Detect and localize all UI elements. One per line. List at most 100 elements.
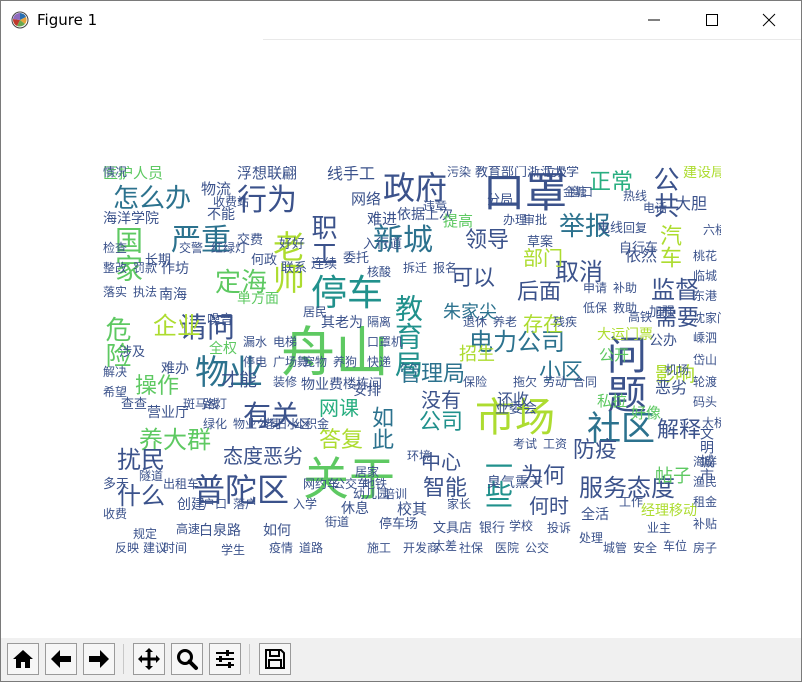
- word-cloud-word: 监督: [651, 276, 699, 304]
- pan-button[interactable]: [133, 643, 165, 675]
- sliders-icon: [216, 650, 234, 668]
- word-cloud-word: 机场: [665, 363, 690, 377]
- word-cloud-word: 休息: [341, 501, 369, 517]
- home-icon: [13, 650, 33, 668]
- word-cloud-word: 漏水: [243, 335, 268, 349]
- word-cloud-word: 隧道: [139, 469, 164, 483]
- word-cloud-word: 东港: [693, 289, 718, 303]
- word-cloud-word: 网络: [351, 190, 382, 208]
- word-cloud-word: 大桥: [702, 416, 721, 430]
- word-cloud-word: 补贴: [693, 517, 718, 531]
- word-cloud-word: 保险: [463, 375, 488, 389]
- word-cloud-word: 好好: [279, 237, 306, 252]
- word-cloud-word: 后面: [517, 280, 562, 305]
- word-cloud-word: 污染: [447, 166, 472, 179]
- word-cloud-word: 嵊泗: [693, 331, 718, 345]
- forward-button[interactable]: [83, 643, 115, 675]
- word-cloud-word: 养老: [493, 315, 518, 329]
- word-cloud-word: 委托: [343, 251, 370, 266]
- close-icon: [762, 13, 776, 27]
- word-cloud-word: 帖子: [655, 466, 691, 487]
- word-cloud-word: 落户: [233, 497, 258, 511]
- word-cloud-word: 白泉路: [199, 523, 241, 539]
- word-cloud-word: 汽车: [656, 224, 681, 268]
- maximize-icon: [706, 14, 718, 26]
- close-button[interactable]: [746, 1, 792, 39]
- word-cloud-word: 不能: [207, 207, 235, 223]
- word-cloud-word: 公积金: [293, 417, 330, 431]
- word-cloud-word: 城管: [603, 541, 628, 555]
- word-cloud-word: 臭气熏天: [487, 475, 543, 491]
- title-bar[interactable]: Figure 1: [1, 1, 801, 39]
- word-cloud-word: 街道: [325, 515, 350, 529]
- word-cloud-word: 反映: [115, 541, 140, 555]
- word-cloud-word: 难进: [367, 210, 398, 228]
- word-cloud-word: 危险: [103, 316, 131, 368]
- minimize-icon: [648, 19, 660, 21]
- word-cloud-word: 岱山: [693, 353, 718, 367]
- configure-subplots-button[interactable]: [209, 643, 241, 675]
- word-cloud-word: 投诉: [547, 521, 572, 535]
- word-cloud-word: 噪音: [207, 313, 234, 328]
- word-cloud-word: 执法: [133, 285, 158, 299]
- arrow-left-icon: [51, 650, 71, 668]
- zoom-button[interactable]: [171, 643, 203, 675]
- word-cloud-word: 轮渡: [693, 375, 718, 389]
- home-button[interactable]: [7, 643, 39, 675]
- word-cloud-word: 养狗: [333, 355, 358, 369]
- word-cloud-word: 创建: [177, 497, 205, 513]
- word-cloud-word: 施工: [367, 541, 392, 555]
- word-cloud-word: 公司: [419, 410, 464, 435]
- word-cloud-word: 核酸: [367, 265, 392, 279]
- word-cloud-word: 涉及: [119, 345, 146, 360]
- word-cloud-word: 收费站: [213, 195, 250, 209]
- word-cloud-word: 报名: [433, 261, 458, 275]
- word-cloud-word: 残疾: [553, 315, 578, 329]
- word-cloud-word: 电话: [643, 201, 668, 215]
- word-cloud-word: 桃花: [693, 249, 718, 263]
- word-cloud-word: 高速: [176, 522, 201, 536]
- back-button[interactable]: [45, 643, 77, 675]
- figure-canvas[interactable]: 舟山 市场 关于 口罩 问题 停车 普陀区 物业 老师 社区 政府 新城 行为 严重 请问 有关 教育局 电力公司…: [1, 40, 801, 638]
- window-title: Figure 1: [37, 11, 98, 29]
- word-cloud-word: 建设局: [683, 166, 721, 181]
- word-cloud-word: 浮想联翩: [237, 166, 298, 182]
- word-cloud-word: 规定: [133, 527, 158, 541]
- maximize-button[interactable]: [689, 1, 735, 39]
- word-cloud-word: 低保: [583, 301, 608, 315]
- word-cloud-word: 可以: [451, 266, 496, 291]
- save-button[interactable]: [259, 643, 291, 675]
- word-cloud-word: 难办: [161, 361, 189, 377]
- navigation-toolbar: [1, 638, 801, 681]
- word-cloud-word: 希望: [103, 385, 128, 399]
- figure-window: Figure 1 舟山 市场 关于 口罩 问题 停车 普陀区 物业 老师 社区 政府 新城 行为 严重 请问…: [0, 0, 802, 682]
- word-cloud-word: 校其: [397, 500, 428, 518]
- word-cloud-word: 拆迁: [403, 261, 428, 275]
- word-cloud-word: 其老为: [321, 315, 363, 331]
- word-cloud-word: 没有: [421, 388, 461, 412]
- word-cloud-word: 学校: [509, 519, 534, 533]
- word-cloud-word: 加强: [649, 305, 676, 320]
- word-cloud-word: 劳动: [543, 375, 568, 389]
- word-cloud-word: 防疫: [573, 438, 618, 463]
- word-cloud-word: 居民: [303, 305, 328, 319]
- word-cloud-word: 家长: [447, 497, 472, 511]
- word-cloud-word: 广场舞: [273, 355, 310, 369]
- minimize-button[interactable]: [631, 1, 677, 39]
- word-cloud-word: 退休: [463, 315, 488, 329]
- toolbar-separator: [123, 644, 124, 674]
- word-cloud-word: 海洋学院: [103, 211, 159, 227]
- word-cloud-word: 道路: [299, 541, 324, 555]
- word-cloud-word: 垃圾: [543, 166, 568, 179]
- word-cloud-word: 线手工: [327, 166, 376, 183]
- word-cloud-word: 招生: [459, 344, 495, 365]
- word-cloud-word: 企业: [153, 312, 201, 340]
- word-cloud-word: 才能: [221, 370, 257, 391]
- word-cloud-word: 渔民: [693, 475, 718, 489]
- word-cloud-word: 解决: [103, 365, 128, 379]
- word-cloud-word: 房子: [693, 541, 718, 555]
- word-cloud-word: 隔离: [367, 315, 392, 329]
- word-cloud-word: 银行: [479, 521, 506, 536]
- word-cloud-word: 学生: [221, 543, 246, 557]
- word-cloud-word: 户口: [203, 497, 228, 511]
